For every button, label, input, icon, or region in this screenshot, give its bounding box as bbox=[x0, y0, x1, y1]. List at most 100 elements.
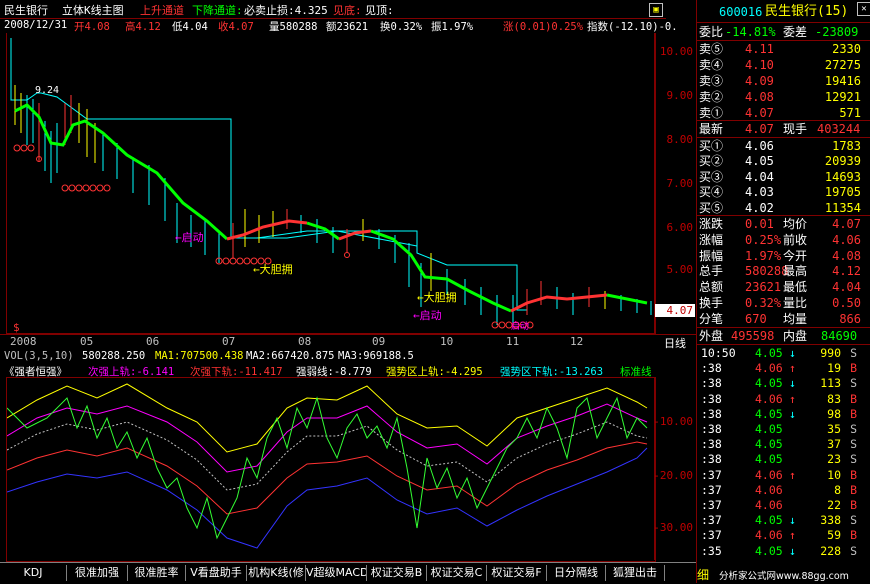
tick-price: 4.05 bbox=[755, 513, 783, 528]
chart-mode[interactable]: 立体K线主图 bbox=[62, 2, 124, 18]
weicha-value: -23809 bbox=[815, 25, 859, 39]
tick-volume: 37 bbox=[827, 437, 841, 452]
bold-buy-annotation-1: ←大胆拥 bbox=[253, 263, 293, 276]
stat-value: 1.97% bbox=[745, 248, 782, 263]
tick-time: :38 bbox=[701, 452, 722, 467]
tab-very-accurate-plus[interactable]: 很准加强 bbox=[67, 565, 128, 581]
tick-time: :38 bbox=[701, 361, 722, 376]
ma-line-up bbox=[14, 103, 229, 241]
tick-side: S bbox=[850, 543, 857, 558]
buy-level-label: 买③ bbox=[699, 169, 724, 184]
stat-row: 换手 0.32% 量比 0.50 bbox=[697, 295, 870, 311]
stat-row: 振幅 1.97% 今开 4.08 bbox=[697, 248, 870, 264]
tick-volume: 22 bbox=[827, 498, 841, 512]
tab-win-rate[interactable]: 很准胜率 bbox=[128, 565, 186, 581]
indicator-red-line bbox=[7, 441, 648, 515]
tick-time: :37 bbox=[701, 467, 722, 482]
stat-value: 670 bbox=[745, 311, 767, 326]
tab-day-separator[interactable]: 日分隔线 bbox=[547, 565, 606, 581]
indicator-tick: -30.00 bbox=[653, 521, 693, 534]
stat-value: 0.32% bbox=[745, 296, 782, 310]
tick-row: :37 4.06 ↑ 59 B bbox=[697, 528, 870, 543]
stat-label: 涨跌 bbox=[699, 217, 724, 231]
tab-warrant-f[interactable]: 权证交易F bbox=[487, 565, 547, 581]
tick-price: 4.06 bbox=[755, 482, 783, 497]
info-amplitude: 振1.97% bbox=[431, 21, 474, 33]
buy-level-row: 买② 4.05 20939 bbox=[697, 153, 870, 169]
tick-side: B bbox=[850, 391, 857, 406]
tick-arrow-icon: ↓ bbox=[789, 376, 796, 391]
price-tick: 7.00 bbox=[666, 177, 694, 190]
stock-code: 600016 bbox=[719, 5, 763, 19]
sell-level-price: 4.07 bbox=[745, 106, 774, 120]
stat-value: 0.25% bbox=[745, 232, 782, 247]
neipan-label: 内盘 bbox=[783, 329, 808, 343]
buy-level-row: 买③ 4.04 14693 bbox=[697, 169, 870, 185]
latest-price: 4.07 bbox=[745, 122, 774, 136]
stat-value: 4.12 bbox=[832, 264, 861, 279]
xianshou-value: 403244 bbox=[817, 122, 861, 136]
buy-level-price: 4.05 bbox=[745, 154, 774, 169]
tick-row: :38 4.05 23 S bbox=[697, 452, 870, 467]
sell-level-row: 卖④ 4.10 27275 bbox=[697, 57, 870, 73]
tick-arrow-icon: ↓ bbox=[789, 543, 796, 558]
tab-warrant-c[interactable]: 权证交易C bbox=[427, 565, 487, 581]
stat-row: 总手 580288 最高 4.12 bbox=[697, 263, 870, 279]
tick-arrow-icon: ↓ bbox=[789, 513, 796, 528]
stat-value: 0.50 bbox=[832, 296, 861, 310]
tick-price: 4.06 bbox=[755, 391, 783, 406]
tick-time: :38 bbox=[701, 437, 722, 452]
tick-row: :37 4.06 ↑ 10 B bbox=[697, 468, 870, 483]
waipan-label: 外盘 bbox=[699, 329, 724, 343]
sell-level-volume: 2330 bbox=[832, 42, 861, 56]
xianshou-label: 现手 bbox=[783, 122, 808, 136]
tab-super-macd[interactable]: V超级MACD bbox=[306, 565, 367, 581]
tick-row: :38 4.05 ↓ 98 B bbox=[697, 407, 870, 422]
latest-label: 最新 bbox=[699, 122, 724, 136]
tick-arrow-icon: ↑ bbox=[789, 361, 796, 376]
stat-label: 分笔 bbox=[699, 311, 724, 326]
tick-row: :37 4.06 22 B bbox=[697, 498, 870, 513]
tick-side: S bbox=[850, 376, 857, 391]
tab-kdj[interactable]: KDJ bbox=[0, 565, 67, 581]
window-restore-icon[interactable]: ▣ bbox=[649, 3, 663, 17]
weicha-label: 委差 bbox=[783, 25, 808, 39]
stat-value: 23621 bbox=[745, 280, 782, 295]
info-amount: 额23621 bbox=[326, 21, 369, 33]
stat-value: 4.08 bbox=[832, 248, 861, 263]
tab-watch-assistant[interactable]: V看盘助手 bbox=[186, 565, 247, 581]
tick-volume: 23 bbox=[827, 452, 841, 467]
tab-institution-k[interactable]: 机构K线(修 bbox=[247, 565, 306, 581]
sell-level-volume: 19416 bbox=[824, 74, 861, 88]
buy-level-price: 4.02 bbox=[745, 200, 774, 215]
tick-volume: 990 bbox=[820, 346, 841, 360]
tick-row: :35 4.05 ↓ 228 S bbox=[697, 544, 870, 559]
waipan-value: 495598 bbox=[731, 329, 775, 343]
stat-label: 涨幅 bbox=[699, 232, 724, 247]
detail-tab[interactable]: 细 bbox=[697, 566, 709, 583]
indicator-green-line bbox=[7, 396, 648, 540]
stat-row: 涨跌 0.01 均价 4.07 bbox=[697, 216, 870, 232]
tab-fox-attack[interactable]: 狐狸出击 bbox=[606, 565, 665, 581]
indicator-tick: -20.00 bbox=[653, 469, 693, 482]
vol-ma1: MA1:707500.438 bbox=[155, 350, 244, 362]
buy-level-price: 4.06 bbox=[745, 139, 774, 153]
tick-side: S bbox=[850, 437, 857, 452]
watermark: 分析家公式网www.88gg.com bbox=[719, 571, 849, 582]
close-icon[interactable]: ✕ bbox=[857, 2, 870, 16]
indicator-chart[interactable] bbox=[6, 377, 656, 562]
tick-arrow-icon: ↑ bbox=[789, 528, 796, 543]
tick-time: :38 bbox=[701, 376, 722, 391]
tab-warrant-b[interactable]: 权证交易B bbox=[367, 565, 427, 581]
tick-volume: 83 bbox=[827, 391, 841, 406]
high-price-annotation: 9.24 bbox=[35, 85, 60, 96]
buy-level-label: 买① bbox=[699, 139, 724, 153]
buy-level-price: 4.03 bbox=[745, 185, 774, 200]
price-chart[interactable]: 9.24 ←大胆拥 ←大胆拥 ←启动 ←启动 启动 $ bbox=[6, 33, 656, 334]
stat-value: 4.06 bbox=[832, 232, 861, 247]
date-axis: 2008 05 06 07 08 09 10 11 12 日线 bbox=[0, 334, 696, 350]
info-date: 2008/12/31 bbox=[4, 19, 68, 31]
stat-label: 前收 bbox=[783, 232, 808, 247]
stat-label: 总手 bbox=[699, 264, 724, 279]
tick-side: B bbox=[850, 361, 857, 376]
